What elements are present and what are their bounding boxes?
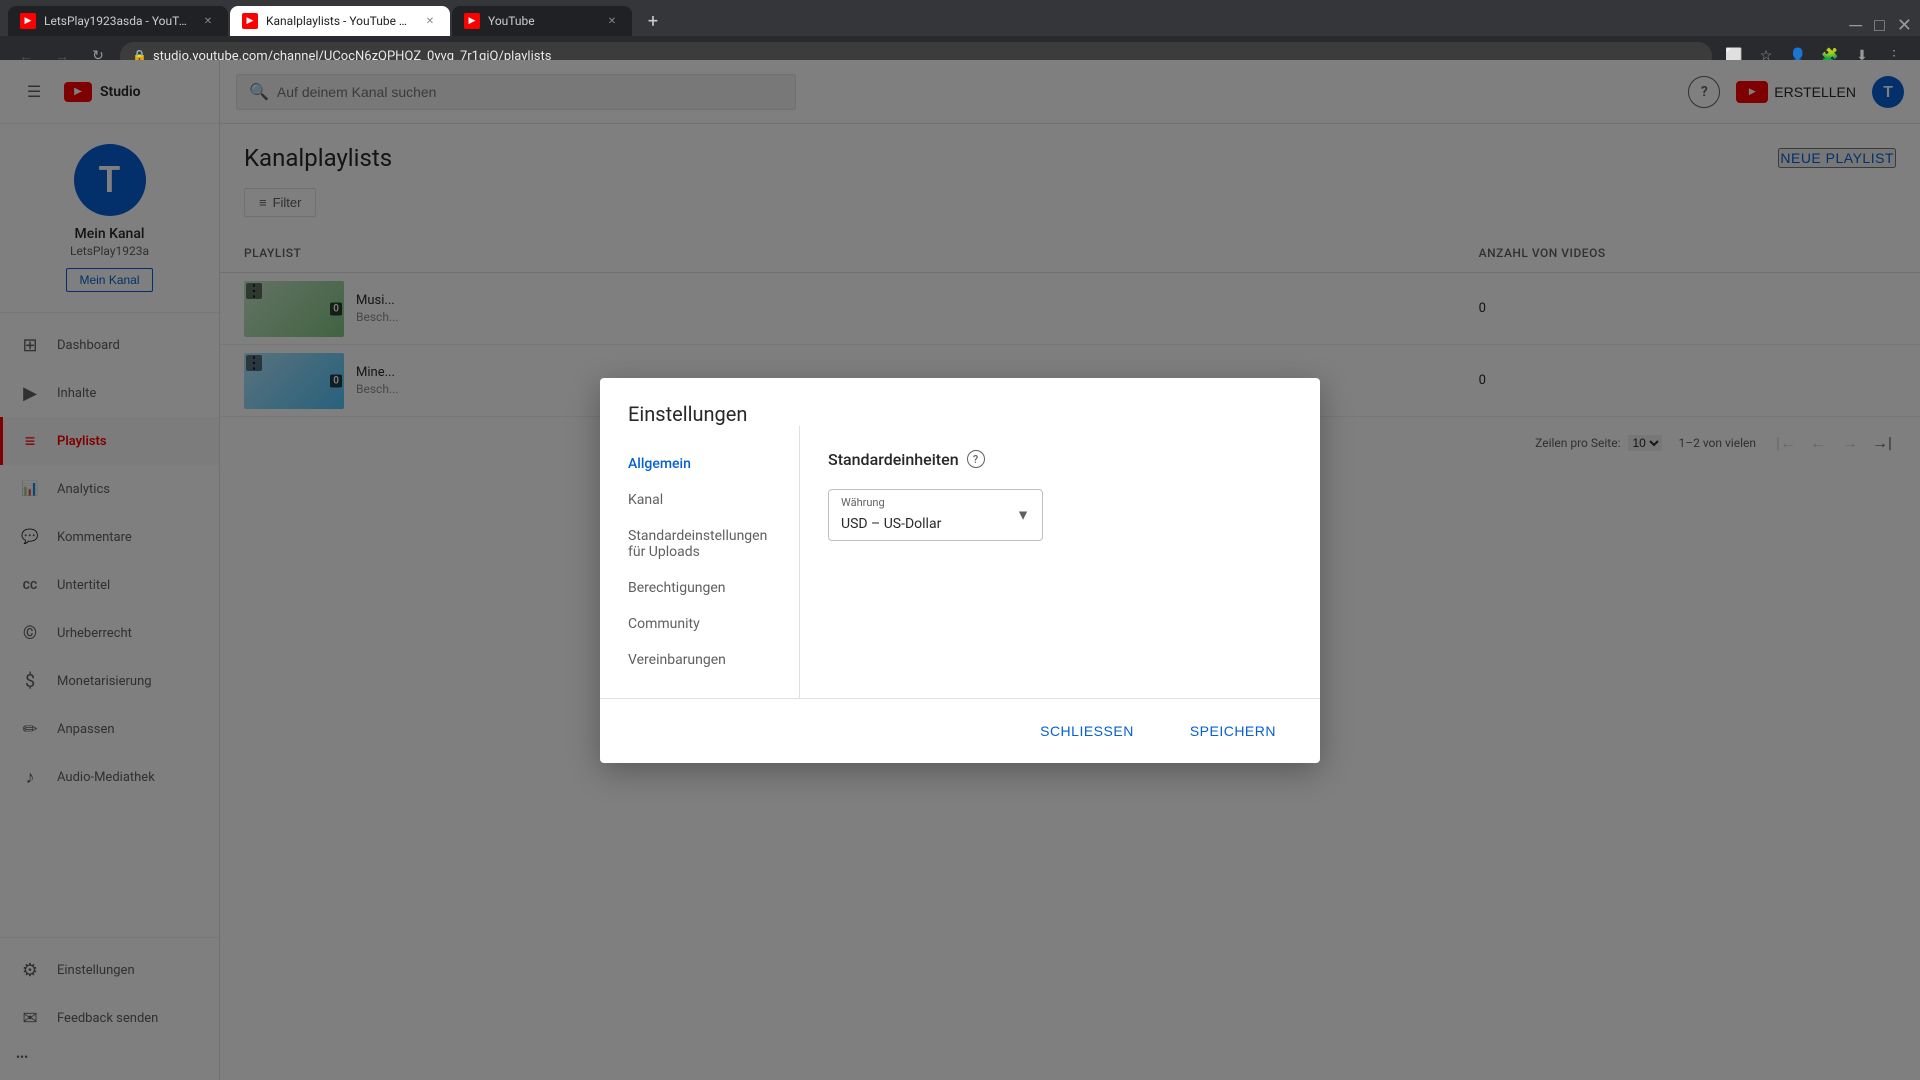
tab-favicon-1: ▶ [20,13,36,29]
tab-title-1: LetsPlay1923asda - YouTube... [44,14,192,28]
tab-favicon-3: ▶ [464,13,480,29]
browser-tab-2[interactable]: ▶ Kanalplaylists - YouTube S... ✕ [230,6,450,36]
currency-dropdown[interactable]: Währung USD – US-Dollar ▼ [828,489,1043,541]
section-title-text: Standardeinheiten [828,450,959,469]
modal-overlay[interactable]: Einstellungen Allgemein Kanal Standardei… [0,60,1920,1080]
modal-nav-uploads[interactable]: Standardeinstellungen für Uploads [600,518,799,570]
tab-favicon-2: ▶ [242,13,258,29]
modal-header: Einstellungen [600,378,1320,426]
modal-content: Standardeinheiten ? Währung USD – US-Dol… [800,426,1320,698]
tab-title-2: Kanalplaylists - YouTube S... [266,14,414,28]
modal-footer: SCHLIESSEN SPEICHERN [600,698,1320,763]
close-button[interactable]: SCHLIESSEN [1024,715,1150,747]
modal-nav-community[interactable]: Community [600,606,799,642]
modal-nav-agreements[interactable]: Vereinbarungen [600,642,799,678]
save-button[interactable]: SPEICHERN [1174,715,1292,747]
tab-close-3[interactable]: ✕ [604,13,620,29]
modal-nav-allgemein[interactable]: Allgemein [600,446,799,482]
modal-nav: Allgemein Kanal Standardeinstellungen fü… [600,426,800,698]
modal-nav-kanal[interactable]: Kanal [600,482,799,518]
tab-close-2[interactable]: ✕ [422,13,438,29]
currency-arrow-icon: ▼ [1016,506,1030,523]
close-button[interactable]: ✕ [1897,15,1912,36]
browser-tab-1[interactable]: ▶ LetsPlay1923asda - YouTube... ✕ [8,6,228,36]
browser-tabs: ▶ LetsPlay1923asda - YouTube... ✕ ▶ Kana… [0,0,1920,36]
new-tab-button[interactable]: + [638,6,668,36]
currency-selector[interactable]: Währung USD – US-Dollar ▼ [828,489,1043,541]
restore-button[interactable]: □ [1874,15,1885,36]
currency-value: USD – US-Dollar [841,516,941,532]
settings-modal: Einstellungen Allgemein Kanal Standardei… [600,378,1320,763]
modal-title: Einstellungen [628,402,1292,426]
info-icon[interactable]: ? [967,450,985,468]
tab-title-3: YouTube [488,14,596,28]
modal-section-title: Standardeinheiten ? [828,450,1292,469]
modal-nav-permissions[interactable]: Berechtigungen [600,570,799,606]
currency-label: Währung [841,496,885,509]
modal-body: Allgemein Kanal Standardeinstellungen fü… [600,426,1320,698]
browser-tab-3[interactable]: ▶ YouTube ✕ [452,6,632,36]
tab-close-1[interactable]: ✕ [200,13,216,29]
minimize-button[interactable]: ─ [1849,15,1862,36]
